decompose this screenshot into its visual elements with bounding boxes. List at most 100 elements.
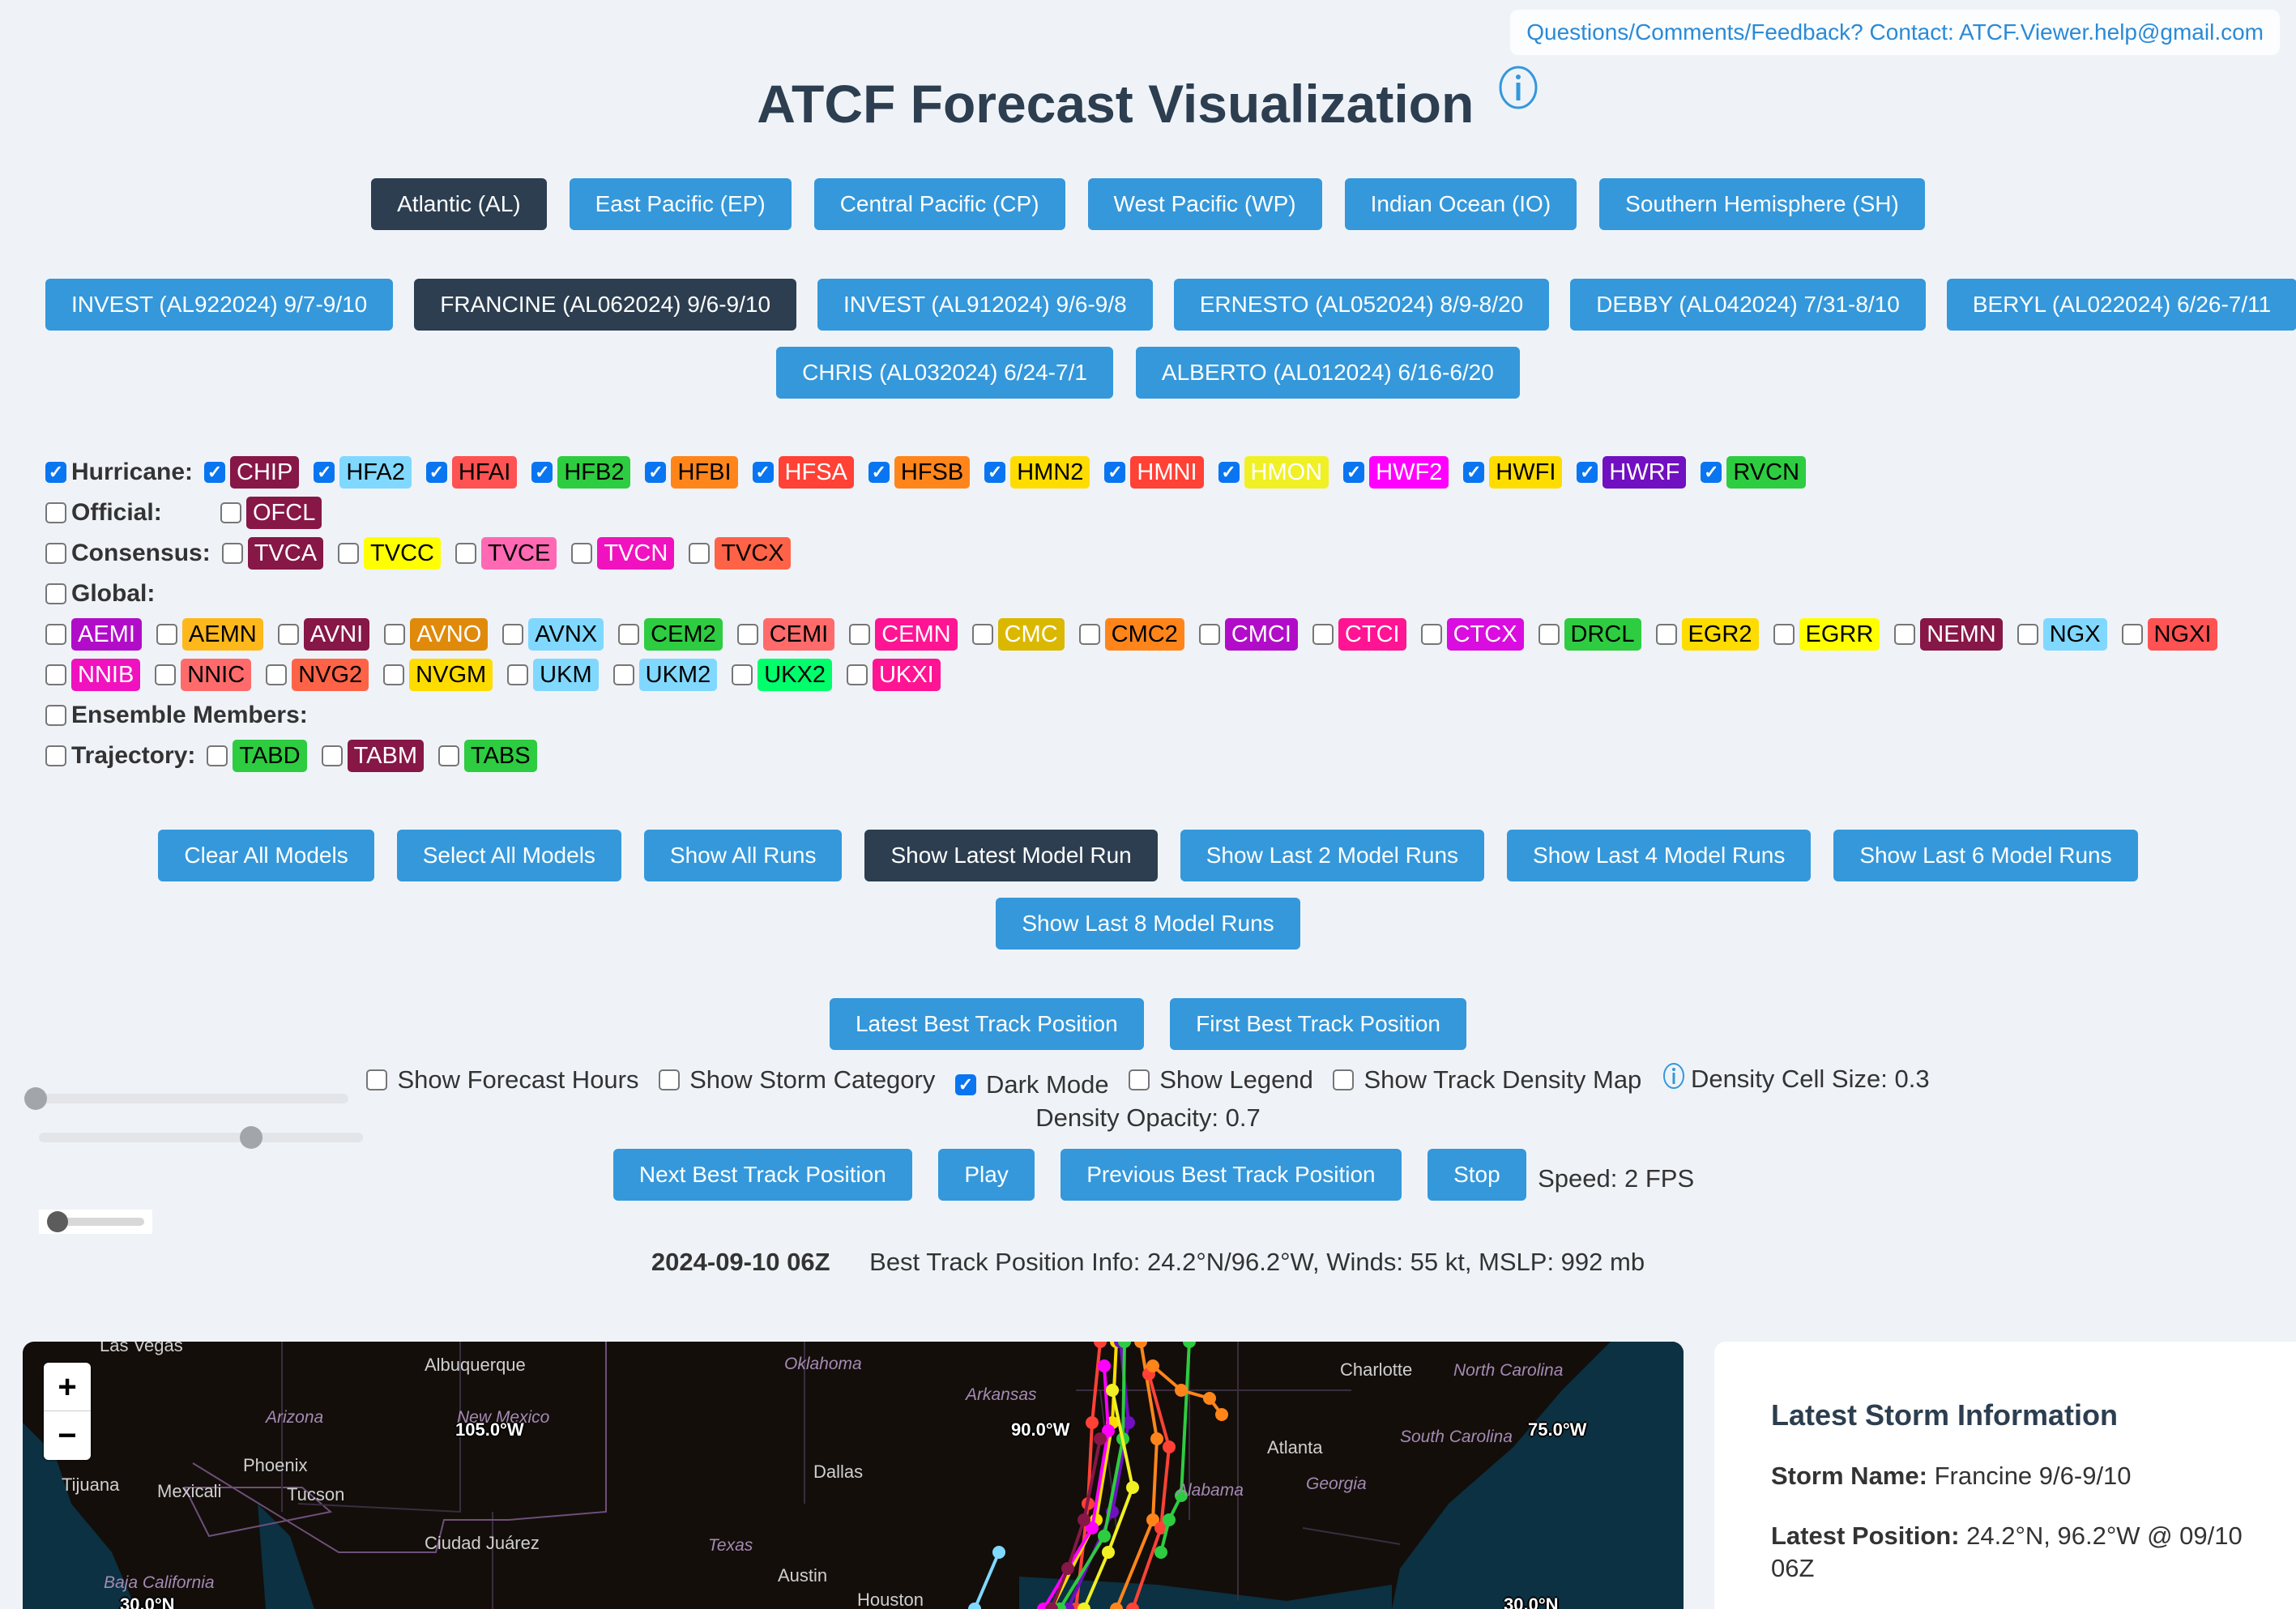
model-tag-tabd[interactable]: TABD xyxy=(233,740,307,772)
model-tag-hmn2[interactable]: HMN2 xyxy=(1010,456,1090,489)
forecast-track-point[interactable] xyxy=(1134,1342,1147,1348)
model-checkbox-tvce[interactable] xyxy=(455,543,476,564)
basin-tab-southern-hemisphere-sh[interactable]: Southern Hemisphere (SH) xyxy=(1599,178,1925,230)
model-checkbox-ofcl[interactable] xyxy=(220,502,241,523)
show-storm-category-checkbox[interactable] xyxy=(659,1069,681,1090)
model-checkbox-hmon[interactable] xyxy=(1218,462,1240,483)
model-checkbox-hwrf[interactable] xyxy=(1577,462,1598,483)
forecast-track-point[interactable] xyxy=(1098,1359,1111,1372)
select-all-models-button[interactable]: Select All Models xyxy=(396,830,621,881)
show-track-density-toggle[interactable]: Show Track Density Map xyxy=(1333,1065,1641,1095)
forecast-track-point[interactable] xyxy=(1094,1432,1107,1445)
storm-button-invest[interactable]: INVEST (AL922024) 9/7-9/10 xyxy=(45,279,394,331)
model-tag-hwfi[interactable]: HWFI xyxy=(1489,456,1563,489)
model-tag-cmc[interactable]: CMC xyxy=(997,618,1065,651)
show-last-6-model-runs-button[interactable]: Show Last 6 Model Runs xyxy=(1833,830,2138,881)
next-best-track-button[interactable]: Next Best Track Position xyxy=(612,1149,912,1201)
storm-button-ernesto[interactable]: ERNESTO (AL052024) 8/9-8/20 xyxy=(1173,279,1550,331)
storm-button-francine[interactable]: FRANCINE (AL062024) 9/6-9/10 xyxy=(414,279,797,331)
model-checkbox-avnx[interactable] xyxy=(502,624,524,645)
dark-mode-checkbox[interactable] xyxy=(954,1074,976,1095)
zoom-out-button[interactable]: − xyxy=(44,1411,91,1460)
model-checkbox-aemn[interactable] xyxy=(156,624,177,645)
model-checkbox-cmc2[interactable] xyxy=(1078,624,1100,645)
info-icon[interactable] xyxy=(1497,65,1539,114)
forecast-track-point[interactable] xyxy=(1203,1392,1216,1405)
model-tag-aemi[interactable]: AEMI xyxy=(71,618,142,651)
model-tag-ngxi[interactable]: NGXI xyxy=(2147,618,2218,651)
model-checkbox-egrr[interactable] xyxy=(1773,624,1795,645)
model-tag-egrr[interactable]: EGRR xyxy=(1799,618,1880,651)
model-checkbox-ctci[interactable] xyxy=(1312,624,1334,645)
show-last-2-model-runs-button[interactable]: Show Last 2 Model Runs xyxy=(1180,830,1485,881)
forecast-track-point[interactable] xyxy=(1126,1481,1139,1494)
model-checkbox-tvca[interactable] xyxy=(221,543,243,564)
model-tag-tvcn[interactable]: TVCN xyxy=(597,537,675,570)
clear-all-models-button[interactable]: Clear All Models xyxy=(158,830,374,881)
model-tag-nemn[interactable]: NEMN xyxy=(1920,618,2003,651)
storm-button-chris[interactable]: CHRIS (AL032024) 6/24-7/1 xyxy=(776,347,1113,399)
forecast-track-point[interactable] xyxy=(1102,1546,1115,1559)
group-checkbox-ensemble[interactable] xyxy=(45,705,66,726)
slider-3-thumb[interactable] xyxy=(47,1211,68,1232)
group-checkbox-trajectory[interactable] xyxy=(45,745,66,766)
model-tag-ukxi[interactable]: UKXI xyxy=(872,659,941,691)
forecast-track-point[interactable] xyxy=(1106,1384,1119,1397)
model-checkbox-cmci[interactable] xyxy=(1198,624,1220,645)
model-checkbox-aemi[interactable] xyxy=(45,624,66,645)
model-tag-nnic[interactable]: NNIC xyxy=(181,659,252,691)
show-last-4-model-runs-button[interactable]: Show Last 4 Model Runs xyxy=(1507,830,1812,881)
model-tag-ctcx[interactable]: CTCX xyxy=(1446,618,1524,651)
model-tag-ngx[interactable]: NGX xyxy=(2042,618,2107,651)
forecast-track-point[interactable] xyxy=(1183,1342,1196,1348)
model-checkbox-hfsa[interactable] xyxy=(752,462,774,483)
zoom-in-button[interactable]: + xyxy=(44,1363,91,1411)
model-tag-nvgm[interactable]: NVGM xyxy=(409,659,493,691)
model-checkbox-drcl[interactable] xyxy=(1538,624,1560,645)
model-checkbox-hfb2[interactable] xyxy=(531,462,553,483)
show-all-runs-button[interactable]: Show All Runs xyxy=(643,830,843,881)
model-checkbox-cemn[interactable] xyxy=(849,624,871,645)
model-tag-chip[interactable]: CHIP xyxy=(230,456,300,489)
model-tag-hfai[interactable]: HFAI xyxy=(451,456,518,489)
model-tag-hmon[interactable]: HMON xyxy=(1244,456,1329,489)
show-last-8-model-runs-button[interactable]: Show Last 8 Model Runs xyxy=(996,898,1300,950)
model-tag-cemn[interactable]: CEMN xyxy=(875,618,958,651)
model-tag-tvcx[interactable]: TVCX xyxy=(715,537,791,570)
model-tag-hfsa[interactable]: HFSA xyxy=(778,456,854,489)
model-checkbox-chip[interactable] xyxy=(204,462,226,483)
storm-button-invest[interactable]: INVEST (AL912024) 9/6-9/8 xyxy=(817,279,1153,331)
model-tag-hwf2[interactable]: HWF2 xyxy=(1369,456,1449,489)
forecast-track-point[interactable] xyxy=(1163,1440,1176,1453)
latest-best-track-button[interactable]: Latest Best Track Position xyxy=(829,998,1144,1050)
group-checkbox-official[interactable] xyxy=(45,502,66,523)
model-checkbox-rvcn[interactable] xyxy=(1701,462,1722,483)
model-tag-egr2[interactable]: EGR2 xyxy=(1681,618,1759,651)
group-checkbox-hurricane[interactable] xyxy=(45,462,66,483)
forecast-track-point[interactable] xyxy=(1146,1359,1159,1372)
info-icon[interactable] xyxy=(1662,1061,1686,1097)
model-checkbox-avno[interactable] xyxy=(384,624,406,645)
basin-tab-west-pacific-wp[interactable]: West Pacific (WP) xyxy=(1087,178,1322,230)
model-tag-cmc2[interactable]: CMC2 xyxy=(1104,618,1184,651)
forecast-track-point[interactable] xyxy=(1150,1432,1163,1445)
forecast-track-point[interactable] xyxy=(1094,1342,1107,1348)
model-tag-avni[interactable]: AVNI xyxy=(303,618,370,651)
model-checkbox-hmn2[interactable] xyxy=(984,462,1006,483)
model-tag-avno[interactable]: AVNO xyxy=(410,618,489,651)
forecast-track-point[interactable] xyxy=(1154,1546,1167,1559)
storm-button-alberto[interactable]: ALBERTO (AL012024) 6/16-6/20 xyxy=(1135,347,1520,399)
model-checkbox-tvcc[interactable] xyxy=(338,543,360,564)
model-checkbox-hwf2[interactable] xyxy=(1343,462,1365,483)
model-checkbox-hfsb[interactable] xyxy=(868,462,890,483)
forecast-track-point[interactable] xyxy=(1163,1513,1176,1526)
model-checkbox-hfai[interactable] xyxy=(425,462,447,483)
forecast-track-point[interactable] xyxy=(1086,1416,1099,1429)
model-checkbox-egr2[interactable] xyxy=(1655,624,1677,645)
forecast-track-point[interactable] xyxy=(1078,1513,1090,1526)
model-tag-hmni[interactable]: HMNI xyxy=(1130,456,1204,489)
model-tag-cmci[interactable]: CMCI xyxy=(1224,618,1298,651)
slider-2[interactable] xyxy=(39,1126,363,1149)
show-track-density-checkbox[interactable] xyxy=(1333,1069,1355,1090)
forecast-track-point[interactable] xyxy=(1078,1603,1090,1609)
